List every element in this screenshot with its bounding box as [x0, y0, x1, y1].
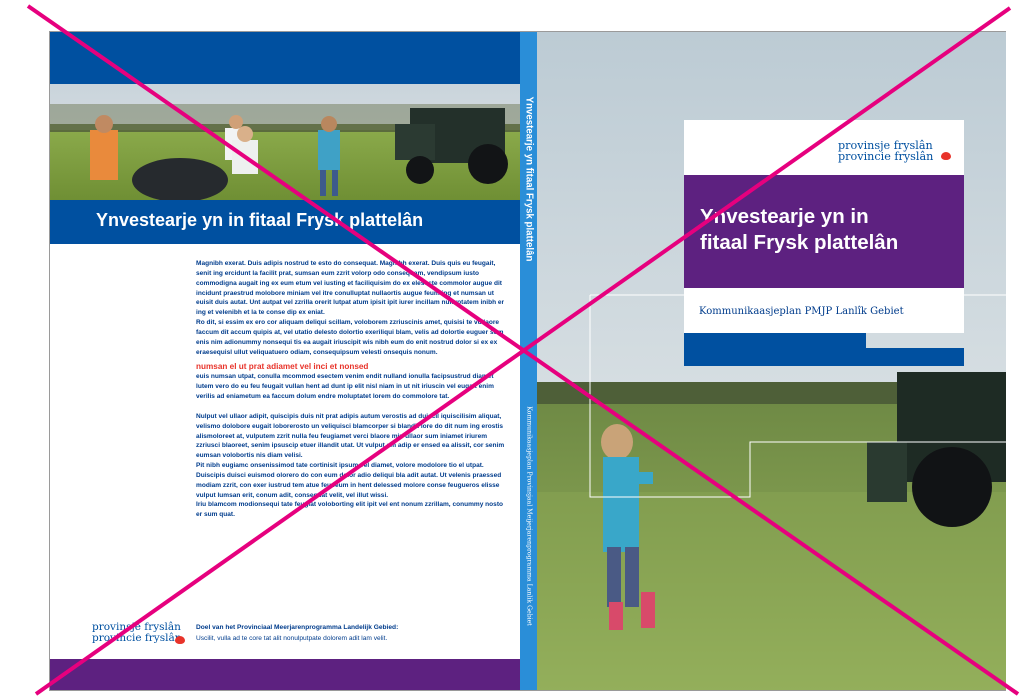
cancel-cross-mark — [26, 4, 1020, 696]
